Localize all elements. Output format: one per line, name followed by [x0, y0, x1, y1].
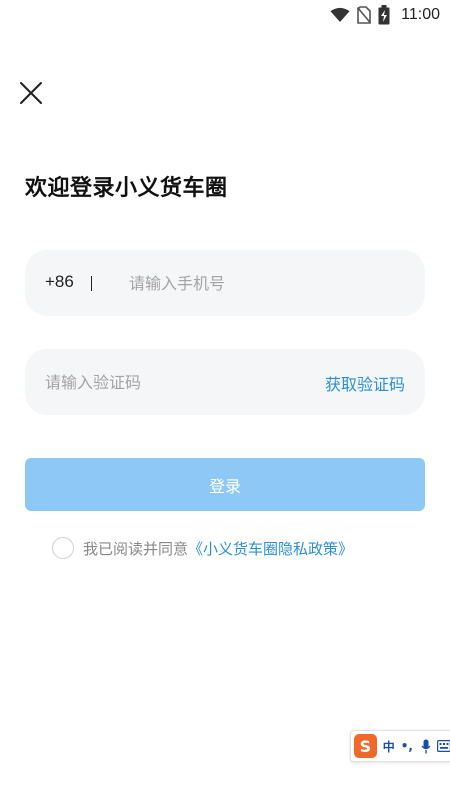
status-bar: 11:00: [0, 0, 450, 32]
ime-punctuation-toggle[interactable]: •,: [401, 739, 413, 753]
ime-logo[interactable]: S: [354, 734, 377, 758]
close-button[interactable]: [18, 80, 44, 106]
agreement-text: 我已阅读并同意: [83, 539, 189, 558]
keyboard-icon[interactable]: [437, 740, 450, 752]
get-code-button[interactable]: 获取验证码: [325, 371, 405, 395]
code-field: 获取验证码: [25, 349, 425, 415]
field-divider: [91, 276, 92, 291]
close-icon: [20, 82, 42, 104]
status-time: 11:00: [401, 6, 440, 23]
country-code-selector[interactable]: +86: [45, 272, 74, 292]
wifi-icon: [330, 7, 350, 22]
page-title: 欢迎登录小义货车圈: [25, 176, 228, 201]
battery-charging-icon: [378, 5, 390, 25]
login-button[interactable]: 登录: [25, 458, 425, 511]
agreement-row: 我已阅读并同意 《小义货车圈隐私政策》: [52, 537, 353, 559]
ime-language-toggle[interactable]: 中: [383, 738, 395, 755]
ime-toolbar: S 中 •,: [350, 730, 450, 762]
no-sim-icon: [357, 6, 372, 24]
phone-input[interactable]: [129, 250, 399, 316]
phone-field: +86: [25, 250, 425, 316]
microphone-icon[interactable]: [421, 739, 431, 754]
privacy-policy-link[interactable]: 《小义货车圈隐私政策》: [188, 538, 353, 559]
verification-code-input[interactable]: [45, 349, 305, 415]
status-icons: 11:00: [330, 5, 440, 25]
agreement-checkbox[interactable]: [52, 537, 74, 559]
